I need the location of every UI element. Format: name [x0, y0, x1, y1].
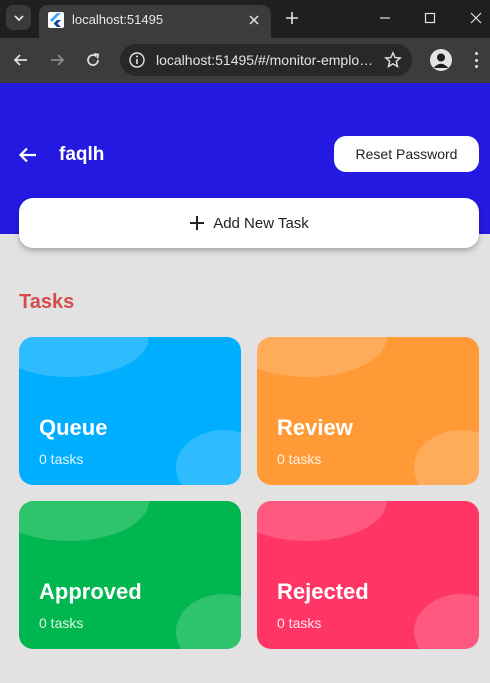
maximize-icon[interactable]	[420, 9, 440, 27]
close-tab-icon[interactable]	[245, 11, 263, 29]
card-count: 0 tasks	[39, 451, 84, 467]
flutter-favicon-icon	[48, 12, 64, 28]
browser-tab-bar: localhost:51495	[0, 0, 490, 38]
new-tab-plus-icon[interactable]	[282, 8, 302, 28]
add-task-label: Add New Task	[213, 214, 309, 232]
plus-icon	[189, 215, 205, 231]
site-info-icon[interactable]	[128, 51, 146, 69]
rejected-card[interactable]: Rejected 0 tasks	[257, 501, 479, 649]
close-window-icon[interactable]	[466, 9, 486, 27]
minimize-icon[interactable]	[375, 9, 395, 27]
card-count: 0 tasks	[277, 451, 322, 467]
card-title: Review	[277, 415, 353, 440]
browser-toolbar: localhost:51495/#/monitor-emplo…	[0, 38, 490, 83]
section-title: Tasks	[19, 291, 75, 313]
url-text: localhost:51495/#/monitor-emplo…	[156, 52, 374, 68]
page-title: faqlh	[59, 144, 105, 165]
add-new-task-button[interactable]: Add New Task	[19, 198, 479, 248]
card-title: Queue	[39, 415, 108, 440]
card-count: 0 tasks	[39, 615, 84, 631]
decorative-blob	[19, 501, 149, 541]
decorative-blob	[19, 337, 149, 377]
queue-card[interactable]: Queue 0 tasks	[19, 337, 241, 485]
card-title: Approved	[39, 579, 142, 604]
back-arrow-icon[interactable]	[16, 143, 40, 167]
decorative-blob	[414, 430, 479, 485]
bookmark-star-icon[interactable]	[384, 51, 402, 69]
profile-avatar-icon[interactable]	[430, 49, 452, 71]
chevron-down-icon	[13, 14, 24, 21]
back-arrow-icon[interactable]	[11, 50, 31, 70]
tab-search-button[interactable]	[6, 5, 31, 30]
decorative-blob	[257, 501, 387, 541]
forward-arrow-icon[interactable]	[47, 50, 67, 70]
reload-icon[interactable]	[83, 50, 103, 70]
decorative-blob	[414, 594, 479, 649]
browser-tab[interactable]: localhost:51495	[39, 5, 271, 38]
browser-menu-icon[interactable]	[469, 50, 483, 70]
review-card[interactable]: Review 0 tasks	[257, 337, 479, 485]
decorative-blob	[176, 430, 241, 485]
card-count: 0 tasks	[277, 615, 322, 631]
approved-card[interactable]: Approved 0 tasks	[19, 501, 241, 649]
tab-title: localhost:51495	[72, 12, 164, 27]
reset-password-button[interactable]: Reset Password	[334, 136, 479, 172]
decorative-blob	[176, 594, 241, 649]
decorative-blob	[257, 337, 387, 377]
address-bar[interactable]: localhost:51495/#/monitor-emplo…	[120, 44, 412, 76]
card-title: Rejected	[277, 579, 369, 604]
